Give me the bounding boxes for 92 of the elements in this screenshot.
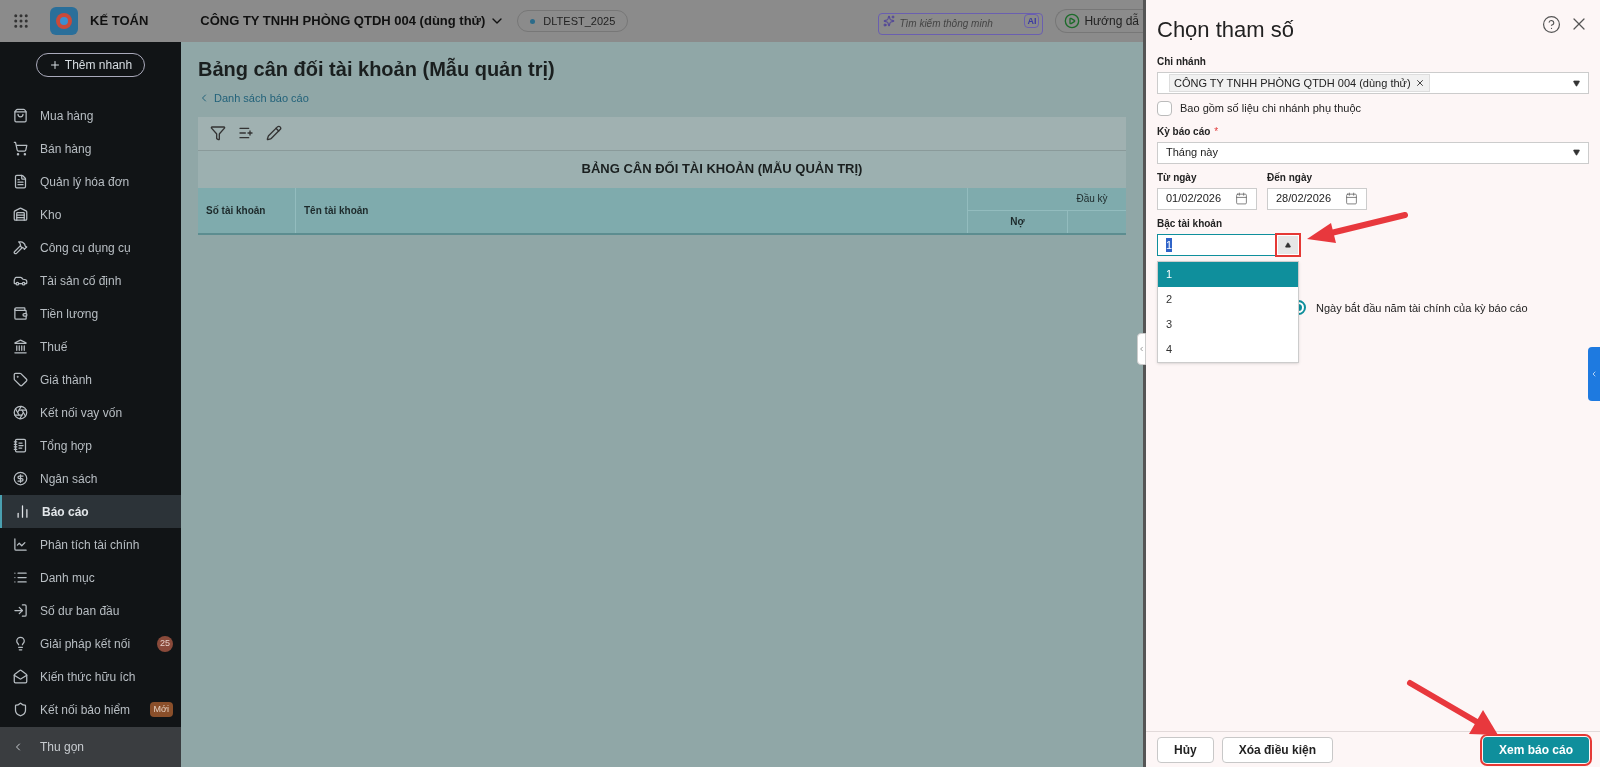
checkbox[interactable] xyxy=(1157,100,1172,116)
menu-icon xyxy=(15,504,30,519)
dropdown-option[interactable]: 4 xyxy=(1158,336,1298,362)
chevron-left-icon xyxy=(1590,370,1598,378)
calendar-icon[interactable] xyxy=(1345,192,1358,205)
filter-icon[interactable] xyxy=(210,125,226,141)
table-header-cell: Tên tài khoản xyxy=(296,187,968,233)
menu-icon xyxy=(13,108,28,123)
menu-icon xyxy=(13,702,28,717)
menu-icon xyxy=(13,669,28,684)
menu-icon xyxy=(13,471,28,486)
menu-icon xyxy=(13,636,28,651)
menu-icon xyxy=(13,141,28,156)
add-rows-icon[interactable] xyxy=(238,125,254,141)
sidebar-item[interactable]: Phân tích tài chính xyxy=(0,528,181,561)
menu-icon xyxy=(13,438,28,453)
sidebar-item[interactable]: Kho xyxy=(0,198,181,231)
menu-icon xyxy=(13,240,28,255)
new-badge: Mới xyxy=(149,702,173,717)
cancel-button[interactable]: Hủy xyxy=(1157,736,1214,763)
page-title: Bảng cân đối tài khoản (Mẫu quản trị) xyxy=(198,56,556,82)
field-label: Bậc tài khoản xyxy=(1157,216,1224,231)
dropdown-option[interactable]: 1 xyxy=(1158,261,1298,287)
company-selector[interactable]: CÔNG TY TNHH PHÒNG QTDH 004 (dùng thử) xyxy=(200,11,506,31)
dropdown-caret-icon[interactable] xyxy=(1573,79,1580,87)
menu-icon xyxy=(13,174,28,189)
plus-icon xyxy=(48,58,61,71)
sidebar-item[interactable]: Quản lý hóa đơn xyxy=(0,165,181,198)
spin-button[interactable] xyxy=(1278,235,1298,254)
required-mark: * xyxy=(1214,124,1219,139)
menu-icon xyxy=(13,603,28,618)
menu-icon xyxy=(13,570,28,585)
checkbox-label: Bao gồm số liệu chi nhánh phụ thuộc xyxy=(1180,101,1362,116)
table-header-cell: Đầu kỳ xyxy=(968,187,1126,211)
period-select[interactable]: Tháng này xyxy=(1157,141,1589,164)
calendar-icon[interactable] xyxy=(1235,192,1248,205)
sidebar-item[interactable]: Công cụ dụng cụ xyxy=(0,231,181,264)
sidebar-item[interactable]: Kiến thức hữu ích xyxy=(0,660,181,693)
play-icon xyxy=(1064,13,1081,29)
sidebar-item[interactable]: Kết nối bảo hiểm Mới xyxy=(0,693,181,726)
field-label: Chi nhánh xyxy=(1157,55,1207,69)
sidebar-item[interactable]: Thuế xyxy=(0,330,181,363)
dropdown-caret-icon xyxy=(1573,149,1580,156)
view-report-button[interactable]: Xem báo cáo xyxy=(1482,736,1589,763)
menu-icon xyxy=(13,339,28,354)
branch-tag: CÔNG TY TNHH PHÒNG QTDH 004 (dùng thử) xyxy=(1169,74,1430,92)
report-heading: BẢNG CÂN ĐỐI TÀI KHOẢN (MẪU QUẢN TRỊ) xyxy=(198,149,1126,188)
triangle-icon xyxy=(1285,241,1291,248)
app-logo-icon xyxy=(50,7,78,35)
sidebar-item[interactable]: Ngân sách xyxy=(0,462,181,495)
edit-icon[interactable] xyxy=(266,125,282,141)
sidebar-item[interactable]: Giá thành xyxy=(0,363,181,396)
sidebar-item[interactable]: Giải pháp kết nối 25 xyxy=(0,627,181,660)
sidebar-item[interactable]: Báo cáo xyxy=(0,495,181,528)
clear-conditions-button[interactable]: Xóa điều kiện xyxy=(1221,736,1334,763)
menu-icon xyxy=(13,372,28,387)
dropdown-option[interactable]: 3 xyxy=(1158,311,1298,337)
panel-collapse-handle[interactable] xyxy=(1137,333,1146,365)
sidebar-item[interactable]: Mua hàng xyxy=(0,99,181,132)
date-field[interactable]: 28/02/2026 xyxy=(1267,187,1367,210)
table-header-cell: Số tài khoản xyxy=(198,187,296,233)
chevron-left-icon xyxy=(1138,345,1145,353)
menu-icon xyxy=(13,537,28,552)
menu-icon xyxy=(13,306,28,321)
sparkle-icon xyxy=(883,15,896,27)
field-label: Đến ngày xyxy=(1267,170,1313,185)
help-icon[interactable] xyxy=(1542,15,1561,34)
apps-menu-icon[interactable] xyxy=(12,12,30,30)
branch-select[interactable]: CÔNG TY TNHH PHÒNG QTDH 004 (dùng thử) xyxy=(1157,72,1589,94)
app-name: KẾ TOÁN xyxy=(90,12,149,31)
field-label: Từ ngày xyxy=(1157,170,1198,185)
sidebar-item[interactable]: Tổng hợp xyxy=(0,429,181,462)
collapse-button[interactable]: Thu gọn xyxy=(0,727,181,767)
count-badge: 25 xyxy=(157,635,173,652)
account-level-field[interactable]: 1 xyxy=(1157,233,1301,256)
ai-badge: AI xyxy=(1024,14,1040,28)
sidebar-item[interactable]: Tài sản cố định xyxy=(0,264,181,297)
menu-icon xyxy=(13,207,28,222)
dropdown-option[interactable]: 2 xyxy=(1158,286,1298,312)
sidebar-item[interactable]: Kết nối vay vốn xyxy=(0,396,181,429)
date-field[interactable]: 01/02/2026 xyxy=(1157,187,1257,210)
panel-title: Chọn tham số xyxy=(1157,16,1294,44)
field-value: 1 xyxy=(1166,237,1173,252)
sidebar-item[interactable]: Số dư ban đầu xyxy=(0,594,181,627)
sidebar-item[interactable]: Danh mục xyxy=(0,561,181,594)
table-header-cell: Nợ xyxy=(968,210,1068,233)
radio-label: Ngày bắt đầu năm tài chính của kỳ báo cáo xyxy=(1316,300,1528,316)
sidebar-item[interactable]: Bán hàng xyxy=(0,132,181,165)
field-label: Kỳ báo cáo xyxy=(1157,124,1211,139)
remove-icon[interactable] xyxy=(1414,78,1425,88)
sidebar-item[interactable]: Tiền lương xyxy=(0,297,181,330)
menu-icon xyxy=(13,405,28,420)
